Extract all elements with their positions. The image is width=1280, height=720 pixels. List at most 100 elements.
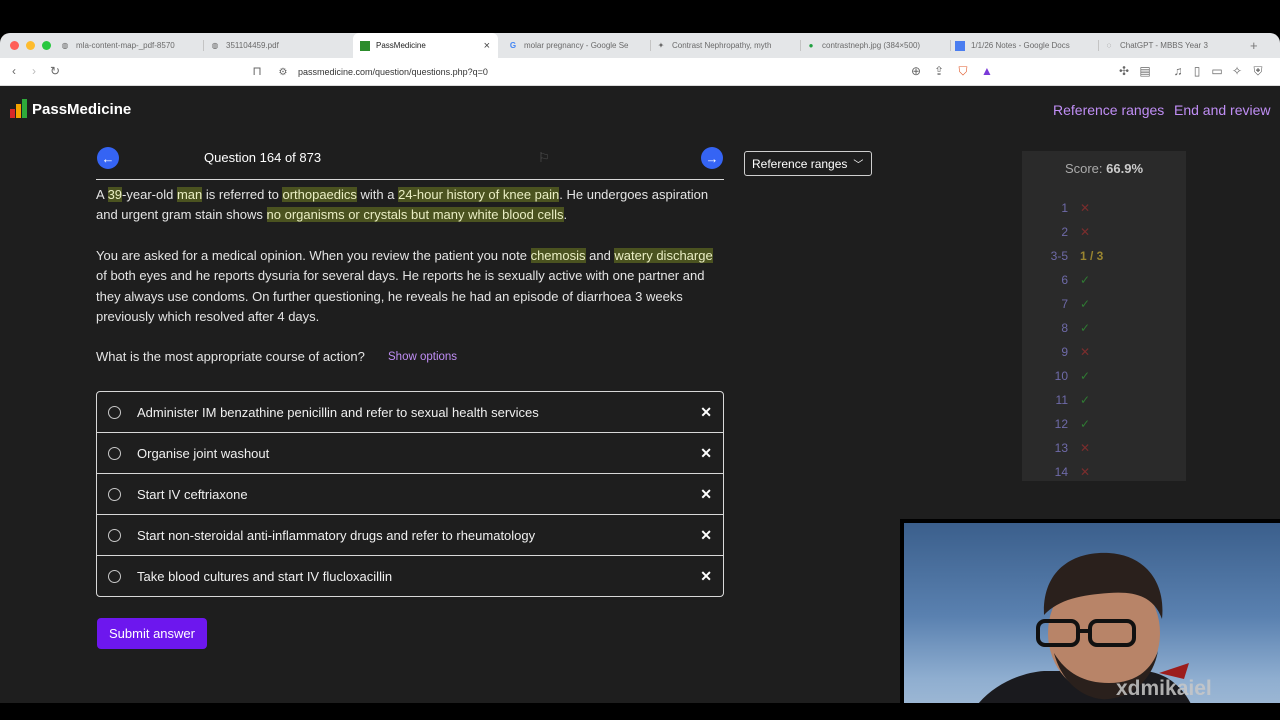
- stem-text: A: [96, 187, 108, 202]
- correct-tick-icon: ✓: [1080, 417, 1091, 431]
- reload-icon[interactable]: ↻: [47, 63, 63, 79]
- question-number[interactable]: 1: [1032, 201, 1068, 215]
- question-history-row[interactable]: 14 ✕: [1022, 465, 1186, 485]
- end-and-review-link[interactable]: End and review: [1174, 102, 1271, 118]
- sidebar-icon[interactable]: ▯: [1189, 63, 1205, 79]
- answer-option[interactable]: Start non-steroidal anti-inflammatory dr…: [97, 515, 723, 556]
- eliminate-option-icon[interactable]: ✕: [700, 486, 712, 503]
- passmedicine-icon: [360, 40, 370, 51]
- question-number[interactable]: 12: [1032, 417, 1068, 431]
- globe-icon: ◍: [61, 41, 69, 50]
- tab-title: ChatGPT - MBBS Year 3: [1120, 41, 1208, 50]
- browser-tab[interactable]: G molar pregnancy - Google Se: [508, 33, 648, 58]
- stem-text: and: [585, 248, 615, 263]
- question-history-row[interactable]: 3-5 1 / 3: [1022, 249, 1186, 269]
- eliminate-option-icon[interactable]: ✕: [700, 404, 712, 421]
- question-stem-paragraph: You are asked for a medical opinion. Whe…: [96, 246, 716, 327]
- answer-option-label[interactable]: Organise joint washout: [137, 446, 269, 461]
- extensions-icon[interactable]: ✣: [1116, 63, 1132, 79]
- question-number[interactable]: 6: [1032, 273, 1068, 287]
- share-icon[interactable]: ⇪: [931, 63, 947, 79]
- browser-tab-active[interactable]: PassMedicine ×: [353, 33, 498, 58]
- browser-tab[interactable]: ✦ Contrast Nephropathy, myth: [656, 33, 796, 58]
- question-number[interactable]: 3-5: [1032, 249, 1068, 263]
- minimize-window-button[interactable]: [26, 41, 35, 50]
- brave-rewards-icon[interactable]: ▲: [979, 63, 995, 79]
- tab-title: 1/1/26 Notes - Google Docs: [971, 41, 1070, 50]
- chatgpt-icon: ◌: [1106, 41, 1112, 50]
- maximize-window-button[interactable]: [42, 41, 51, 50]
- browser-tab[interactable]: ◍ mla-content-map-_pdf-8570: [60, 33, 200, 58]
- question-number[interactable]: 10: [1032, 369, 1068, 383]
- browser-tab[interactable]: ◌ ChatGPT - MBBS Year 3: [1104, 33, 1239, 58]
- answer-option[interactable]: Start IV ceftriaxone ✕: [97, 474, 723, 515]
- question-history-row[interactable]: 1 ✕: [1022, 201, 1186, 221]
- previous-question-button[interactable]: ←: [97, 147, 119, 169]
- question-divider: [96, 179, 724, 180]
- chevron-down-icon: ﹀: [853, 160, 864, 171]
- answer-option[interactable]: Organise joint washout ✕: [97, 433, 723, 474]
- answer-option-label[interactable]: Administer IM benzathine penicillin and …: [137, 405, 539, 420]
- question-history-row[interactable]: 7 ✓: [1022, 297, 1186, 317]
- question-history-row[interactable]: 9 ✕: [1022, 345, 1186, 365]
- browser-tab[interactable]: 1/1/26 Notes - Google Docs: [955, 33, 1095, 58]
- question-number[interactable]: 2: [1032, 225, 1068, 239]
- eliminate-option-icon[interactable]: ✕: [700, 568, 712, 585]
- vpn-icon[interactable]: ⛨: [1250, 63, 1266, 79]
- radio-button[interactable]: [108, 488, 121, 501]
- brave-shield-icon[interactable]: ⛉: [955, 63, 971, 79]
- flag-icon[interactable]: ⚐: [538, 150, 550, 166]
- question-prompt: What is the most appropriate course of a…: [96, 349, 365, 364]
- question-number[interactable]: 7: [1032, 297, 1068, 311]
- eliminate-option-icon[interactable]: ✕: [700, 527, 712, 544]
- forward-icon[interactable]: ›: [26, 63, 42, 79]
- answer-option-label[interactable]: Start non-steroidal anti-inflammatory dr…: [137, 528, 535, 543]
- answer-option[interactable]: Take blood cultures and start IV fluclox…: [97, 556, 723, 597]
- back-icon[interactable]: ‹: [6, 63, 22, 79]
- question-history-row[interactable]: 11 ✓: [1022, 393, 1186, 413]
- answer-option-label[interactable]: Take blood cultures and start IV fluclox…: [137, 569, 392, 584]
- question-number[interactable]: 9: [1032, 345, 1068, 359]
- browser-window: ◍ mla-content-map-_pdf-8570 ◍ 351104459.…: [0, 33, 1280, 703]
- zoom-icon[interactable]: ⊕: [908, 63, 924, 79]
- show-options-link[interactable]: Show options: [388, 351, 457, 363]
- logo-text: PassMedicine: [32, 101, 132, 118]
- close-tab-icon[interactable]: ×: [484, 40, 490, 52]
- site-info-icon[interactable]: ⚙: [275, 64, 291, 80]
- address-bar[interactable]: ⚙ passmedicine.com/question/questions.ph…: [270, 61, 1005, 83]
- bookmark-icon[interactable]: ⊓: [249, 63, 265, 79]
- next-question-button[interactable]: →: [701, 147, 723, 169]
- question-number[interactable]: 14: [1032, 465, 1068, 479]
- answer-option-label[interactable]: Start IV ceftriaxone: [137, 487, 248, 502]
- question-number[interactable]: 13: [1032, 441, 1068, 455]
- close-window-button[interactable]: [10, 41, 19, 50]
- passmedicine-logo[interactable]: PassMedicine: [10, 99, 131, 118]
- browser-tab[interactable]: ◍ 351104459.pdf: [210, 33, 350, 58]
- eliminate-option-icon[interactable]: ✕: [700, 445, 712, 462]
- radio-button[interactable]: [108, 529, 121, 542]
- radio-button[interactable]: [108, 406, 121, 419]
- leo-icon[interactable]: ✧: [1229, 63, 1245, 79]
- submit-answer-button[interactable]: Submit answer: [97, 618, 207, 649]
- question-number[interactable]: 11: [1032, 393, 1068, 407]
- reference-ranges-dropdown[interactable]: Reference ranges ﹀: [744, 151, 872, 176]
- answer-option[interactable]: Administer IM benzathine penicillin and …: [97, 392, 723, 433]
- reader-icon[interactable]: ▤: [1137, 63, 1153, 79]
- question-history-row[interactable]: 10 ✓: [1022, 369, 1186, 389]
- question-history-row[interactable]: 13 ✕: [1022, 441, 1186, 461]
- browser-tab[interactable]: ● contrastneph.jpg (384×500): [806, 33, 946, 58]
- stem-text: with a: [356, 187, 399, 202]
- highlighted-phrase: 39: [107, 187, 123, 202]
- radio-button[interactable]: [108, 570, 121, 583]
- question-history-row[interactable]: 12 ✓: [1022, 417, 1186, 437]
- question-history-row[interactable]: 8 ✓: [1022, 321, 1186, 341]
- question-number[interactable]: 8: [1032, 321, 1068, 335]
- wallet-icon[interactable]: ▭: [1209, 63, 1225, 79]
- new-tab-icon[interactable]: +: [1250, 38, 1258, 53]
- question-history-row[interactable]: 2 ✕: [1022, 225, 1186, 245]
- reference-ranges-link[interactable]: Reference ranges: [1053, 102, 1164, 118]
- radio-button[interactable]: [108, 447, 121, 460]
- media-icon[interactable]: ♫: [1170, 63, 1186, 79]
- question-history-row[interactable]: 6 ✓: [1022, 273, 1186, 293]
- tab-divider: [800, 40, 801, 51]
